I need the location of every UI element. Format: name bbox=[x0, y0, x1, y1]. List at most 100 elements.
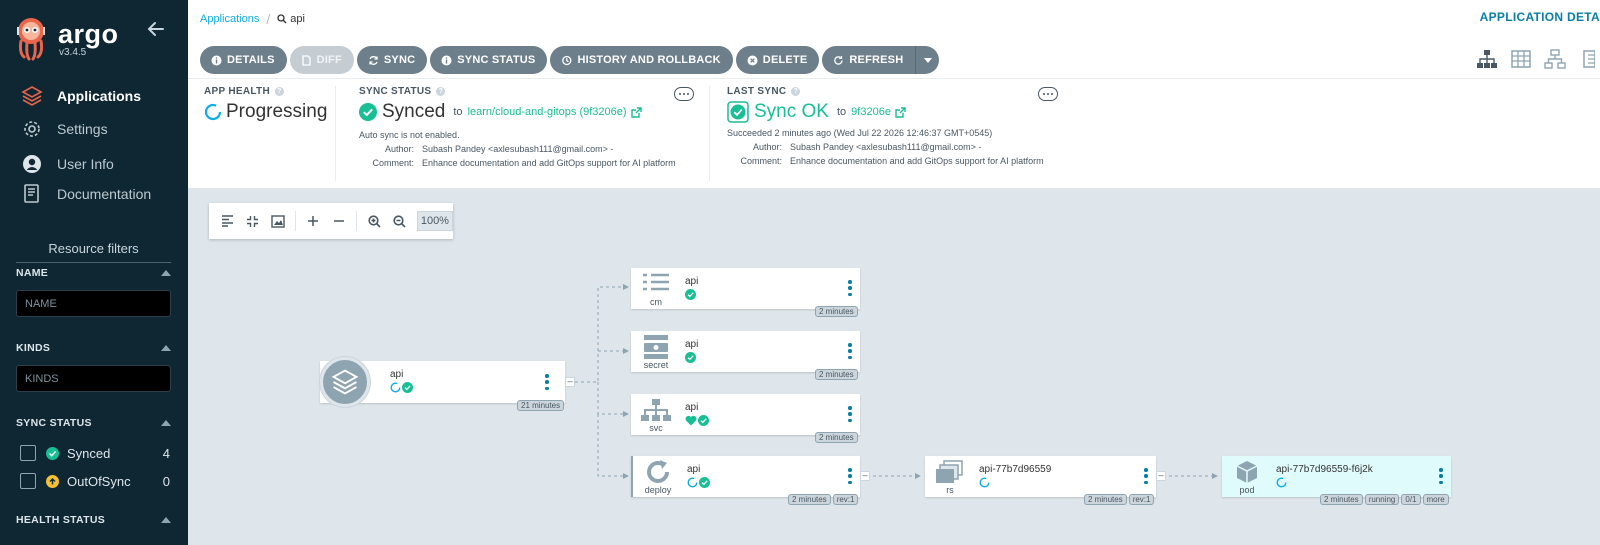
sync-status-panel: SYNC STATUS ? Synced to learn/cloud-and-… bbox=[359, 86, 676, 168]
resource-node-cm[interactable]: cm api bbox=[631, 268, 860, 309]
sync-status-button[interactable]: SYNC STATUS bbox=[430, 46, 548, 74]
node-menu-icon[interactable] bbox=[848, 468, 852, 484]
filter-count: 0 bbox=[162, 473, 170, 489]
revision-tag: rev:1 bbox=[832, 494, 859, 505]
node-kind: deploy bbox=[644, 485, 672, 495]
label-text: APP HEALTH bbox=[204, 86, 270, 97]
kinds-filter-header[interactable]: KINDS bbox=[16, 342, 171, 354]
resource-node-deploy[interactable]: deploy api bbox=[631, 456, 860, 497]
node-name: api bbox=[685, 276, 699, 287]
collapse-toggle[interactable]: – bbox=[565, 377, 575, 387]
zoom-out-icon[interactable] bbox=[391, 211, 407, 231]
sync-status: Synced to learn/cloud-and-gitops (9f3206… bbox=[359, 101, 676, 123]
sidebar-item-label: User Info bbox=[57, 156, 114, 172]
align-left-icon[interactable] bbox=[219, 211, 235, 231]
book-icon bbox=[20, 182, 44, 206]
help-icon[interactable]: ? bbox=[436, 87, 446, 96]
node-tags: 2 minutes bbox=[813, 306, 858, 317]
sidebar-item-documentation[interactable]: Documentation bbox=[20, 182, 180, 206]
zoom-level[interactable]: 100% bbox=[416, 211, 453, 231]
collapse-toggle[interactable]: – bbox=[1156, 471, 1166, 481]
network-view-icon[interactable] bbox=[1544, 48, 1566, 70]
sidebar-item-applications[interactable]: Applications bbox=[20, 84, 180, 108]
node-tags: 2 minutes rev:1 bbox=[1082, 494, 1155, 505]
refresh-button[interactable]: REFRESH bbox=[822, 46, 916, 74]
info-icon bbox=[211, 55, 222, 66]
to-label: to bbox=[453, 106, 463, 118]
last-sync-more-button[interactable] bbox=[1038, 87, 1058, 101]
sync-status-filter-header[interactable]: SYNC STATUS bbox=[16, 417, 171, 429]
name-filter-input[interactable] bbox=[16, 290, 171, 317]
node-menu-icon[interactable] bbox=[1439, 468, 1443, 484]
health-status-filter-header[interactable]: HEALTH STATUS bbox=[16, 514, 171, 526]
phase-tag: running bbox=[1364, 494, 1400, 505]
check-circle-icon bbox=[698, 415, 709, 426]
button-label: HISTORY AND ROLLBACK bbox=[577, 54, 721, 66]
view-switcher bbox=[1464, 48, 1600, 70]
fit-image-icon[interactable] bbox=[270, 211, 286, 231]
sidebar-item-settings[interactable]: Settings bbox=[20, 117, 180, 141]
application-node-icon[interactable] bbox=[320, 357, 370, 407]
node-menu-icon[interactable] bbox=[848, 343, 852, 359]
revision-link[interactable]: 9f3206e bbox=[851, 106, 906, 118]
age-tag: 2 minutes bbox=[1320, 494, 1363, 505]
panel-label: APP HEALTH ? bbox=[204, 86, 327, 97]
details-button[interactable]: DETAILS bbox=[200, 46, 287, 74]
collapse-toggle[interactable]: – bbox=[860, 471, 870, 481]
revision-text: learn/cloud-and-gitops (9f3206e) bbox=[467, 106, 627, 118]
succeeded-note: Succeeded 2 minutes ago (Wed Jul 22 2026… bbox=[727, 128, 993, 138]
node-status bbox=[685, 415, 709, 426]
node-menu-icon[interactable] bbox=[848, 406, 852, 422]
breadcrumb-applications-link[interactable]: Applications bbox=[200, 13, 259, 25]
app-health-status[interactable]: Progressing bbox=[204, 101, 327, 123]
sync-status-more-button[interactable] bbox=[674, 87, 694, 101]
progressing-spinner-icon bbox=[1276, 477, 1287, 488]
revision-link[interactable]: learn/cloud-and-gitops (9f3206e) bbox=[468, 106, 642, 118]
resource-node-pod[interactable]: pod api-77b7d96559-f6j2k bbox=[1222, 456, 1451, 497]
diff-button[interactable]: DIFF bbox=[289, 46, 354, 74]
help-icon[interactable]: ? bbox=[791, 87, 801, 96]
resource-node-svc[interactable]: svc api bbox=[631, 394, 860, 435]
refresh-dropdown-button[interactable] bbox=[915, 46, 940, 74]
version: v3.4.5 bbox=[59, 47, 87, 58]
node-menu-icon[interactable] bbox=[545, 374, 549, 390]
button-label: DIFF bbox=[316, 54, 342, 66]
argo-octopus-icon bbox=[17, 18, 45, 61]
node-menu-icon[interactable] bbox=[1144, 468, 1148, 484]
collapse-all-icon[interactable] bbox=[331, 211, 347, 231]
collapse-sidebar-icon[interactable] bbox=[146, 20, 166, 38]
checkbox[interactable] bbox=[20, 473, 36, 489]
pod-cube-icon bbox=[1230, 459, 1264, 485]
expand-all-icon[interactable] bbox=[305, 211, 321, 231]
name-filter-header[interactable]: NAME bbox=[16, 267, 171, 279]
caret-down-icon bbox=[923, 57, 932, 63]
filter-label: OutOfSync bbox=[67, 473, 131, 489]
delete-button[interactable]: DELETE bbox=[735, 46, 820, 74]
age-tag: 2 minutes bbox=[815, 306, 858, 317]
filter-synced[interactable]: Synced 4 bbox=[20, 444, 170, 462]
node-status bbox=[1276, 477, 1287, 488]
more-tag[interactable]: more bbox=[1422, 494, 1449, 505]
ready-tag: 0/1 bbox=[1401, 494, 1421, 505]
resource-node-rs[interactable]: rs api-77b7d96559 bbox=[925, 456, 1156, 497]
status-text: Progressing bbox=[226, 101, 328, 122]
compress-icon[interactable] bbox=[244, 211, 260, 231]
button-label: SYNC STATUS bbox=[457, 54, 536, 66]
sync-button[interactable]: SYNC bbox=[356, 46, 428, 74]
history-and-rollback-button[interactable]: HISTORY AND ROLLBACK bbox=[550, 46, 733, 74]
checkbox[interactable] bbox=[20, 445, 36, 461]
tree-view-icon[interactable] bbox=[1476, 48, 1498, 70]
node-status bbox=[685, 352, 696, 363]
sidebar-item-label: Applications bbox=[57, 88, 142, 104]
resource-node-secret[interactable]: secret api bbox=[631, 331, 860, 372]
breadcrumb: Applications / api bbox=[200, 11, 305, 27]
list-view-icon[interactable] bbox=[1578, 48, 1600, 70]
zoom-in-icon[interactable] bbox=[366, 211, 382, 231]
kinds-filter-input[interactable] bbox=[16, 365, 171, 392]
sidebar-item-user-info[interactable]: User Info bbox=[20, 152, 180, 176]
pods-view-icon[interactable] bbox=[1510, 48, 1532, 70]
help-icon[interactable]: ? bbox=[274, 87, 284, 96]
node-tags: 2 minutes bbox=[813, 432, 858, 443]
node-menu-icon[interactable] bbox=[848, 280, 852, 296]
filter-out-of-sync[interactable]: OutOfSync 0 bbox=[20, 472, 170, 490]
